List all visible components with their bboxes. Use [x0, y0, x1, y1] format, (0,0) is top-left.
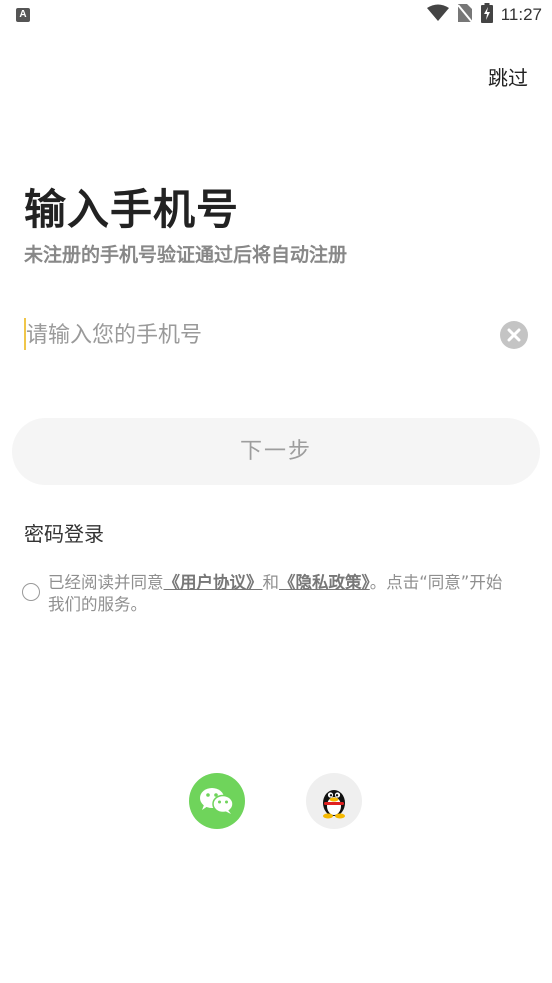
page-subtitle: 未注册的手机号验证通过后将自动注册: [24, 244, 348, 266]
privacy-policy-link[interactable]: 《隐私政策》: [279, 573, 370, 592]
wechat-login-button[interactable]: [189, 773, 245, 829]
status-icons: 11:27: [426, 3, 542, 27]
wechat-icon: [200, 788, 234, 814]
agreement-and: 和: [262, 573, 280, 592]
wifi-icon: [426, 4, 449, 26]
qq-login-button[interactable]: [306, 773, 362, 829]
agreement-text: 已经阅读并同意《用户协议》和《隐私政策》。点击“同意”开始 我们的服务。: [48, 572, 552, 616]
close-icon: [507, 328, 521, 342]
agreement-row: 已经阅读并同意《用户协议》和《隐私政策》。点击“同意”开始 我们的服务。: [22, 572, 552, 620]
page-title: 输入手机号: [24, 185, 240, 234]
user-agreement-link[interactable]: 《用户协议》: [164, 573, 263, 592]
status-time: 11:27: [500, 5, 542, 24]
agreement-suffix: 。点击“同意”开始: [369, 573, 503, 592]
skip-button[interactable]: 跳过: [488, 62, 528, 91]
next-step-button[interactable]: 下一步: [12, 418, 540, 485]
agreement-radio[interactable]: [22, 583, 40, 601]
status-bar: A 11:27: [0, 0, 552, 32]
agreement-line2: 我们的服务。: [48, 595, 147, 614]
qq-penguin-icon: [323, 790, 345, 819]
no-sim-icon: [456, 3, 473, 27]
app-notification-icon: A: [16, 8, 30, 22]
battery-charging-icon: [480, 3, 493, 27]
clear-input-button[interactable]: [500, 321, 528, 349]
agreement-prefix: 已经阅读并同意: [48, 573, 164, 592]
phone-input[interactable]: [26, 315, 466, 355]
phone-input-row: [24, 315, 528, 355]
password-login-link[interactable]: 密码登录: [24, 518, 104, 547]
